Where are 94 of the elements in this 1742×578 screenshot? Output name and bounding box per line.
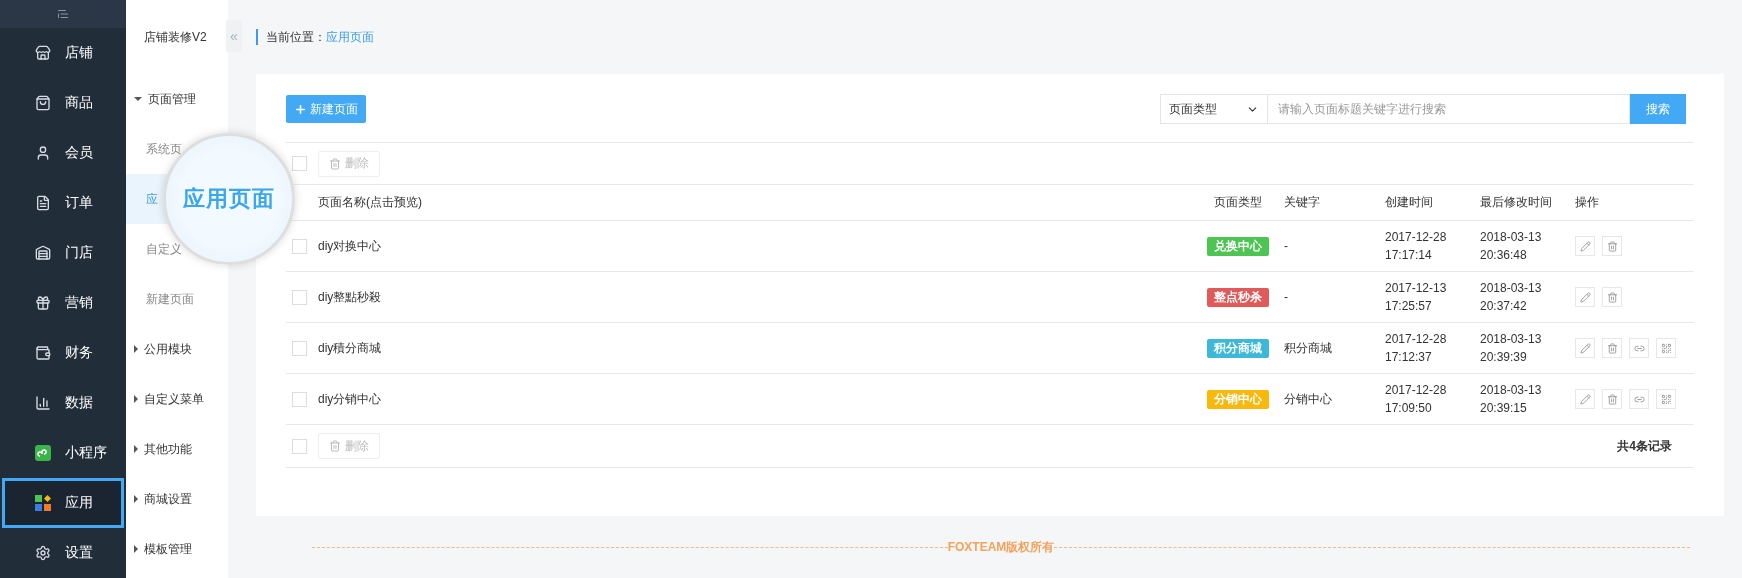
page-name-link[interactable]: diy積分商城 xyxy=(318,339,382,357)
pencil-icon xyxy=(1579,291,1591,303)
document-icon xyxy=(35,195,51,211)
menu-group[interactable]: 模板管理 xyxy=(126,524,228,574)
modified-time-cell-text: 2018-03-13 20:39:15 xyxy=(1480,382,1543,417)
nav-item[interactable]: 设置 xyxy=(2,528,124,578)
page-name-link[interactable]: diy对换中心 xyxy=(318,237,382,255)
page-type-tag: 兑换中心 xyxy=(1207,236,1269,256)
nav-item[interactable]: 小程序 xyxy=(2,428,124,478)
user-icon xyxy=(35,145,51,161)
created-time-cell-text: 2017-12-13 17:25:57 xyxy=(1385,280,1448,315)
column-header: 页面类型 xyxy=(1213,194,1263,211)
keyword-cell-text: 积分商城 xyxy=(1284,340,1333,357)
pencil-button[interactable] xyxy=(1575,389,1595,409)
trash-button[interactable] xyxy=(1602,338,1622,358)
qr-code-icon xyxy=(1660,342,1672,354)
checkbox[interactable] xyxy=(292,438,307,454)
column-header: 最后修改时间 xyxy=(1480,194,1553,211)
created-time-cell-text: 2017-12-28 17:17:14 xyxy=(1385,229,1448,264)
trash-icon xyxy=(1606,393,1618,405)
pencil-icon xyxy=(1579,240,1591,252)
page-type-tag: 积分商城 xyxy=(1207,338,1269,358)
checkbox[interactable] xyxy=(292,391,307,407)
pencil-button[interactable] xyxy=(1575,338,1595,358)
wallet-icon xyxy=(35,345,51,361)
apps-icon xyxy=(35,495,51,511)
page-type-tag: 分销中心 xyxy=(1207,389,1269,409)
pencil-icon xyxy=(1579,342,1591,354)
created-time-cell-text: 2017-12-28 17:12:37 xyxy=(1385,331,1448,366)
bar-chart-icon xyxy=(35,395,51,411)
page-name-link[interactable]: diy分销中心 xyxy=(318,390,382,408)
menu-item[interactable]: 自定义 xyxy=(146,240,182,258)
pencil-icon xyxy=(1579,393,1591,405)
trash-icon xyxy=(329,157,341,170)
store-icon xyxy=(35,45,51,61)
pencil-button[interactable] xyxy=(1575,236,1595,256)
modified-time-cell-text: 2018-03-13 20:37:42 xyxy=(1480,280,1543,315)
menu-group[interactable]: 公用模块 xyxy=(126,324,228,374)
page-type-select[interactable]: 页面类型 xyxy=(1160,94,1268,124)
nav-item[interactable]: 门店 xyxy=(2,228,124,278)
breadcrumb-label: 当前位置： xyxy=(266,28,326,46)
qr-code-button[interactable] xyxy=(1656,389,1676,409)
nav-item[interactable]: 商品 xyxy=(2,78,124,128)
checkbox[interactable] xyxy=(292,289,307,305)
trash-button[interactable] xyxy=(1602,287,1622,307)
search-field[interactable]: 请输入页面标题关键字进行搜索 xyxy=(1268,94,1630,124)
trash-icon xyxy=(1606,342,1618,354)
trash-icon xyxy=(329,440,341,452)
trash-button[interactable] xyxy=(1602,236,1622,256)
bag-icon xyxy=(35,95,51,111)
nav-item[interactable]: 会员 xyxy=(2,128,124,178)
section-title: 店铺装修V2 xyxy=(144,28,207,46)
nav-item[interactable]: 应用 xyxy=(2,478,124,528)
mini-program-icon xyxy=(35,445,51,461)
column-header: 关键字 xyxy=(1284,194,1321,211)
menu-item[interactable]: 新建页面 xyxy=(146,290,194,308)
shop-icon xyxy=(35,245,51,261)
keyword-cell-text: - xyxy=(1284,238,1289,255)
menu-group[interactable]: 商城设置 xyxy=(126,474,228,524)
trash-icon xyxy=(1606,291,1618,303)
created-time-cell-text: 2017-12-28 17:09:50 xyxy=(1385,382,1448,417)
keyword-cell-text: - xyxy=(1284,289,1289,306)
plus-icon xyxy=(294,102,307,116)
trash-button[interactable] xyxy=(1602,389,1622,409)
menu-item[interactable]: 系统页 xyxy=(146,140,182,158)
pencil-button[interactable] xyxy=(1575,287,1595,307)
page-name-link[interactable]: diy整點秒殺 xyxy=(318,288,382,306)
menu-group[interactable]: 其他功能 xyxy=(126,424,228,474)
copyright-text: FOXTEAM版权所有 xyxy=(947,538,1055,556)
checkbox[interactable] xyxy=(292,340,307,356)
link-button[interactable] xyxy=(1629,389,1649,409)
column-header: 页面名称(点击预览) xyxy=(318,194,423,211)
checkbox[interactable] xyxy=(292,156,307,171)
column-header: 创建时间 xyxy=(1385,194,1434,211)
nav-item[interactable]: 店铺 xyxy=(2,28,124,78)
menu-group[interactable]: 页面管理 xyxy=(126,74,228,124)
trash-icon xyxy=(1606,240,1618,252)
gift-icon xyxy=(35,295,51,311)
qr-code-button[interactable] xyxy=(1656,338,1676,358)
link-button[interactable] xyxy=(1629,338,1649,358)
keyword-cell-text: 分销中心 xyxy=(1284,391,1333,408)
nav-item[interactable]: 财务 xyxy=(2,328,124,378)
page-type-tag: 整点秒杀 xyxy=(1207,287,1269,307)
column-header: 操作 xyxy=(1575,194,1600,211)
modified-time-cell-text: 2018-03-13 20:36:48 xyxy=(1480,229,1543,264)
nav-item[interactable]: 数据 xyxy=(2,378,124,428)
menu-group[interactable]: 自定义菜单 xyxy=(126,374,228,424)
nav-item[interactable]: 订单 xyxy=(2,178,124,228)
checkbox[interactable] xyxy=(292,238,307,254)
settings-icon xyxy=(35,545,51,561)
record-count: 共4条记录 xyxy=(1617,437,1672,455)
qr-code-icon xyxy=(1660,393,1672,405)
nav-item[interactable]: 营销 xyxy=(2,278,124,328)
modified-time-cell-text: 2018-03-13 20:39:39 xyxy=(1480,331,1543,366)
